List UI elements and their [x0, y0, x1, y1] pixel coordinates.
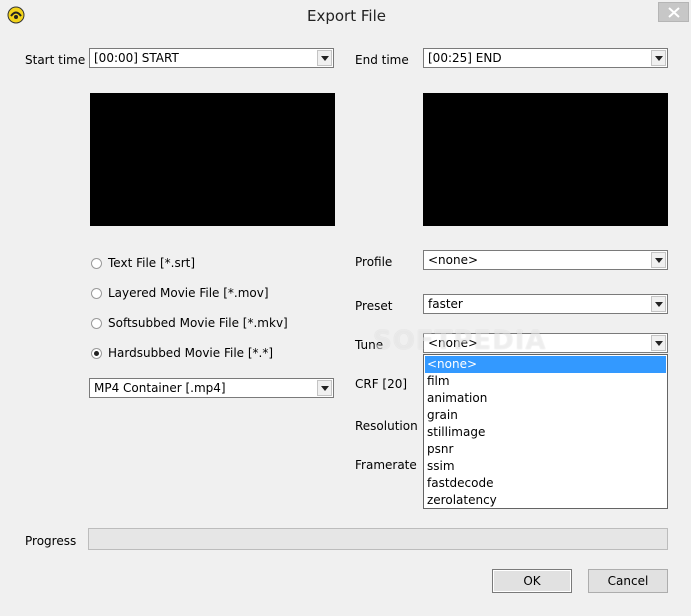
radio-text-file[interactable]: Text File [*.srt] [91, 256, 331, 272]
tune-option-ssim[interactable]: ssim [425, 458, 666, 475]
tune-option-psnr[interactable]: psnr [425, 441, 666, 458]
preset-value: faster [428, 297, 463, 311]
tune-option-grain[interactable]: grain [425, 407, 666, 424]
progress-bar [88, 528, 668, 550]
softpedia-watermark: SOFTPEDIA [373, 326, 547, 356]
radio-circle [91, 348, 102, 359]
radio-selected-dot [94, 351, 99, 356]
tune-option-fastdecode[interactable]: fastdecode [425, 475, 666, 492]
tune-option-animation[interactable]: animation [425, 390, 666, 407]
tune-option-none[interactable]: <none> [425, 356, 666, 373]
start-frame-preview [90, 93, 335, 226]
chevron-down-icon [321, 386, 329, 391]
end-time-label: End time [355, 53, 409, 67]
ok-button[interactable]: OK [492, 569, 572, 593]
chevron-down-icon [321, 56, 329, 61]
resolution-label: Resolution [355, 419, 418, 433]
radio-layered-movie[interactable]: Layered Movie File [*.mov] [91, 286, 331, 302]
container-dropdown-button[interactable] [317, 380, 332, 396]
cancel-button[interactable]: Cancel [588, 569, 668, 593]
close-icon [668, 7, 680, 18]
end-frame-preview [423, 93, 668, 226]
tune-dropdown-list[interactable]: <none> film animation grain stillimage p… [423, 354, 668, 509]
end-time-select[interactable]: [00:25] END [423, 48, 668, 68]
tune-option-zerolatency[interactable]: zerolatency [425, 492, 666, 509]
radio-circle [91, 318, 102, 329]
window-title: Export File [307, 7, 386, 25]
radio-circle [91, 258, 102, 269]
chevron-down-icon [655, 302, 663, 307]
crf-label: CRF [20] [355, 377, 408, 391]
radio-circle [91, 288, 102, 299]
profile-dropdown-button[interactable] [651, 252, 666, 268]
preset-select[interactable]: faster [423, 294, 668, 314]
profile-select[interactable]: <none> [423, 250, 668, 270]
radio-hardsubbed-movie[interactable]: Hardsubbed Movie File [*.*] [91, 346, 331, 362]
end-time-dropdown-button[interactable] [651, 50, 666, 66]
preset-label: Preset [355, 299, 393, 313]
progress-label: Progress [25, 534, 77, 548]
radio-label: Hardsubbed Movie File [*.*] [108, 346, 274, 360]
chevron-down-icon [655, 56, 663, 61]
profile-value: <none> [428, 253, 479, 267]
export-file-dialog: Export File Start time [00:00] START End… [0, 0, 691, 616]
container-select[interactable]: MP4 Container [.mp4] [89, 378, 334, 398]
tune-dropdown-button[interactable] [651, 335, 666, 351]
tune-option-stillimage[interactable]: stillimage [425, 424, 666, 441]
close-button[interactable] [658, 2, 689, 22]
title-bar: Export File [1, 1, 691, 30]
chevron-down-icon [655, 341, 663, 346]
start-time-select[interactable]: [00:00] START [89, 48, 334, 68]
start-time-value: [00:00] START [94, 51, 179, 65]
radio-softsubbed-movie[interactable]: Softsubbed Movie File [*.mkv] [91, 316, 331, 332]
tune-option-film[interactable]: film [425, 373, 666, 390]
radio-label: Layered Movie File [*.mov] [108, 286, 269, 300]
framerate-label: Framerate [355, 458, 417, 472]
radio-label: Softsubbed Movie File [*.mkv] [108, 316, 288, 330]
start-time-label: Start time [25, 53, 86, 67]
chevron-down-icon [655, 258, 663, 263]
preset-dropdown-button[interactable] [651, 296, 666, 312]
container-value: MP4 Container [.mp4] [94, 381, 226, 395]
start-time-dropdown-button[interactable] [317, 50, 332, 66]
profile-label: Profile [355, 255, 393, 269]
end-time-value: [00:25] END [428, 51, 502, 65]
radio-label: Text File [*.srt] [108, 256, 196, 270]
